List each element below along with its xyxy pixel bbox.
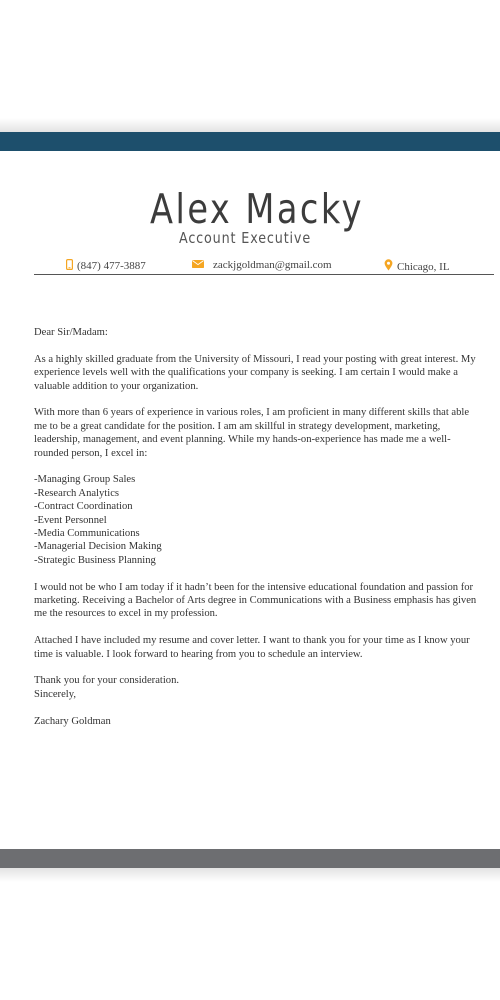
location-text: Chicago, IL [397,260,450,273]
thanks-line: Thank you for your consideration. [34,675,180,687]
envelope-icon [192,259,213,271]
skill-item: -Strategic Business Planning [34,554,156,566]
closing-line: Sincerely, [34,688,76,700]
footer-band [0,849,500,868]
closing-block: Thank you for your consideration. Sincer… [34,674,484,701]
email-address: zackjgoldman@gmail.com [213,259,332,271]
skill-item: -Managing Group Sales [34,474,136,486]
header-shadow [0,118,500,132]
contact-divider [34,274,494,275]
salutation: Dear Sir/Madam: [34,327,108,338]
map-pin-icon [384,259,397,274]
skill-item: -Research Analytics [34,487,120,499]
paragraph-intro: As a highly skilled graduate from the Un… [34,353,476,392]
phone-number: (847) 477-3887 [77,260,146,272]
header-band [0,132,500,151]
applicant-name: Alex Macky [150,185,364,233]
signature: Zachary Goldman [34,715,111,727]
contact-phone: (847) 477-3887 [66,259,146,273]
paragraph-experience: With more than 6 years of experience in … [34,407,470,459]
contact-location: Chicago, IL [384,259,450,274]
skill-item: -Contract Coordination [34,501,133,513]
skill-item: -Managerial Decision Making [34,541,162,553]
paragraph-education: I would not be who I am today if it hadn… [34,581,477,620]
letter-page: Alex Macky Account Executive (847) 477-3… [0,0,500,1000]
skills-list: -Managing Group Sales -Research Analytic… [34,473,484,567]
skill-item: -Media Communications [34,528,140,540]
contact-email: zackjgoldman@gmail.com [192,259,332,271]
applicant-title: Account Executive [178,229,312,247]
footer-shadow [0,868,500,882]
phone-icon [66,259,77,273]
letter-body: Dear Sir/Madam: As a highly skilled grad… [34,326,484,741]
skill-item: -Event Personnel [34,514,107,526]
paragraph-attachments: Attached I have included my resume and c… [34,635,470,660]
